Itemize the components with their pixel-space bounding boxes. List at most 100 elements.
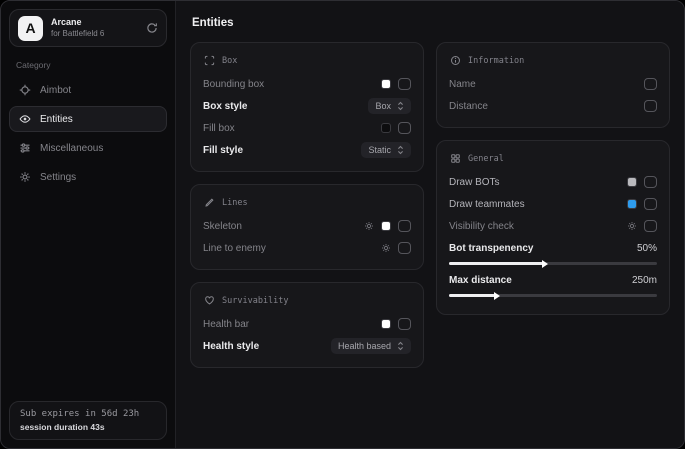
pencil-icon (204, 197, 215, 208)
color-swatch[interactable] (381, 319, 391, 329)
app-logo-card: A Arcane for Battlefield 6 (9, 9, 167, 47)
setting-row-draw-bots: Draw BOTs (449, 171, 657, 193)
sidebar-item-entities[interactable]: Entities (9, 106, 167, 132)
sidebar: A Arcane for Battlefield 6 Category Aimb… (1, 1, 176, 448)
setting-label: Skeleton (203, 221, 364, 232)
dropdown-value: Health based (338, 341, 391, 351)
lines-panel: Lines Skeleton (190, 184, 424, 270)
setting-label: Fill style (203, 145, 361, 156)
setting-row-name: Name (449, 73, 657, 95)
draw-bots-checkbox[interactable] (644, 176, 657, 188)
health-style-dropdown[interactable]: Health based (331, 338, 411, 354)
sliders-icon (19, 142, 31, 154)
sidebar-item-label: Aimbot (40, 85, 71, 96)
setting-row-distance: Distance (449, 95, 657, 117)
general-panel: General Draw BOTs Draw teammates (436, 140, 670, 315)
box-panel: Box Bounding box Box style Box (190, 42, 424, 172)
eye-icon (19, 113, 31, 125)
heart-icon (204, 295, 215, 306)
sidebar-item-label: Miscellaneous (40, 143, 103, 154)
app-title: Arcane (51, 17, 138, 28)
slider-fill[interactable] (449, 294, 495, 297)
fill-box-checkbox[interactable] (398, 122, 411, 134)
chevron-up-down-icon (397, 101, 404, 111)
setting-label: Box style (203, 101, 368, 112)
dropdown-value: Box (375, 101, 391, 111)
bounding-box-checkbox[interactable] (398, 78, 411, 90)
information-panel: Information Name Distance (436, 42, 670, 128)
slider-fill[interactable] (449, 262, 543, 265)
app-subtitle: for Battlefield 6 (51, 29, 138, 39)
setting-label: Distance (449, 101, 644, 112)
setting-label: Draw teammates (449, 199, 627, 210)
max-distance-slider-row: Max distance 250m (449, 272, 657, 297)
gear-icon[interactable] (627, 221, 637, 231)
gear-icon (19, 171, 31, 183)
visibility-check-checkbox[interactable] (644, 220, 657, 232)
info-icon (450, 55, 461, 66)
dropdown-value: Static (368, 145, 391, 155)
sidebar-item-settings[interactable]: Settings (9, 164, 167, 190)
panel-title: General (468, 154, 504, 164)
setting-row-skeleton: Skeleton (203, 215, 411, 237)
app-logo: A (18, 16, 43, 41)
sidebar-item-miscellaneous[interactable]: Miscellaneous (9, 135, 167, 161)
setting-label: Line to enemy (203, 243, 381, 254)
sub-expiry-text: Sub expires in 56d 23h (20, 409, 156, 419)
survivability-panel: Survivability Health bar Health style (190, 282, 424, 368)
gear-icon[interactable] (381, 243, 391, 253)
sidebar-item-aimbot[interactable]: Aimbot (9, 77, 167, 103)
bot-transparency-slider[interactable] (449, 262, 657, 265)
panel-title: Survivability (222, 296, 289, 306)
box-style-dropdown[interactable]: Box (368, 98, 411, 114)
refresh-icon[interactable] (146, 22, 158, 34)
sidebar-item-label: Settings (40, 172, 76, 183)
sidebar-item-label: Entities (40, 114, 73, 125)
setting-label: Health bar (203, 319, 381, 330)
color-swatch[interactable] (627, 199, 637, 209)
box-corners-icon (204, 55, 215, 66)
health-bar-checkbox[interactable] (398, 318, 411, 330)
page-title: Entities (192, 17, 670, 29)
main-content: Entities Box Bounding box (176, 1, 684, 448)
max-distance-slider[interactable] (449, 294, 657, 297)
slider-label: Max distance (449, 275, 632, 286)
setting-label: Bounding box (203, 79, 381, 90)
bot-transparency-slider-row: Bot transpenency 50% (449, 240, 657, 265)
skeleton-checkbox[interactable] (398, 220, 411, 232)
subscription-info-card: Sub expires in 56d 23h session duration … (9, 401, 167, 440)
setting-row-box-style: Box style Box (203, 95, 411, 117)
gear-icon[interactable] (364, 221, 374, 231)
panel-title: Lines (222, 198, 248, 208)
slider-value: 50% (637, 243, 657, 254)
setting-row-line-to-enemy: Line to enemy (203, 237, 411, 259)
setting-label: Name (449, 79, 644, 90)
setting-label: Visibility check (449, 221, 627, 232)
chevron-up-down-icon (397, 341, 404, 351)
color-swatch[interactable] (381, 79, 391, 89)
setting-row-health-bar: Health bar (203, 313, 411, 335)
setting-row-visibility-check: Visibility check (449, 215, 657, 237)
setting-row-draw-teammates: Draw teammates (449, 193, 657, 215)
app-window: A Arcane for Battlefield 6 Category Aimb… (0, 0, 685, 449)
slider-label: Bot transpenency (449, 243, 637, 254)
color-swatch[interactable] (381, 221, 391, 231)
fill-style-dropdown[interactable]: Static (361, 142, 411, 158)
chevron-up-down-icon (397, 145, 404, 155)
name-checkbox[interactable] (644, 78, 657, 90)
slider-value: 250m (632, 275, 657, 286)
session-duration-text: session duration 43s (20, 422, 156, 432)
setting-label: Draw BOTs (449, 177, 627, 188)
line-to-enemy-checkbox[interactable] (398, 242, 411, 254)
distance-checkbox[interactable] (644, 100, 657, 112)
setting-row-fill-style: Fill style Static (203, 139, 411, 161)
draw-teammates-checkbox[interactable] (644, 198, 657, 210)
color-swatch[interactable] (381, 123, 391, 133)
color-swatch[interactable] (627, 177, 637, 187)
panel-title: Information (468, 56, 524, 66)
setting-label: Fill box (203, 123, 381, 134)
category-label: Category (16, 60, 167, 70)
setting-label: Health style (203, 341, 331, 352)
setting-row-fill-box: Fill box (203, 117, 411, 139)
setting-row-bounding-box: Bounding box (203, 73, 411, 95)
